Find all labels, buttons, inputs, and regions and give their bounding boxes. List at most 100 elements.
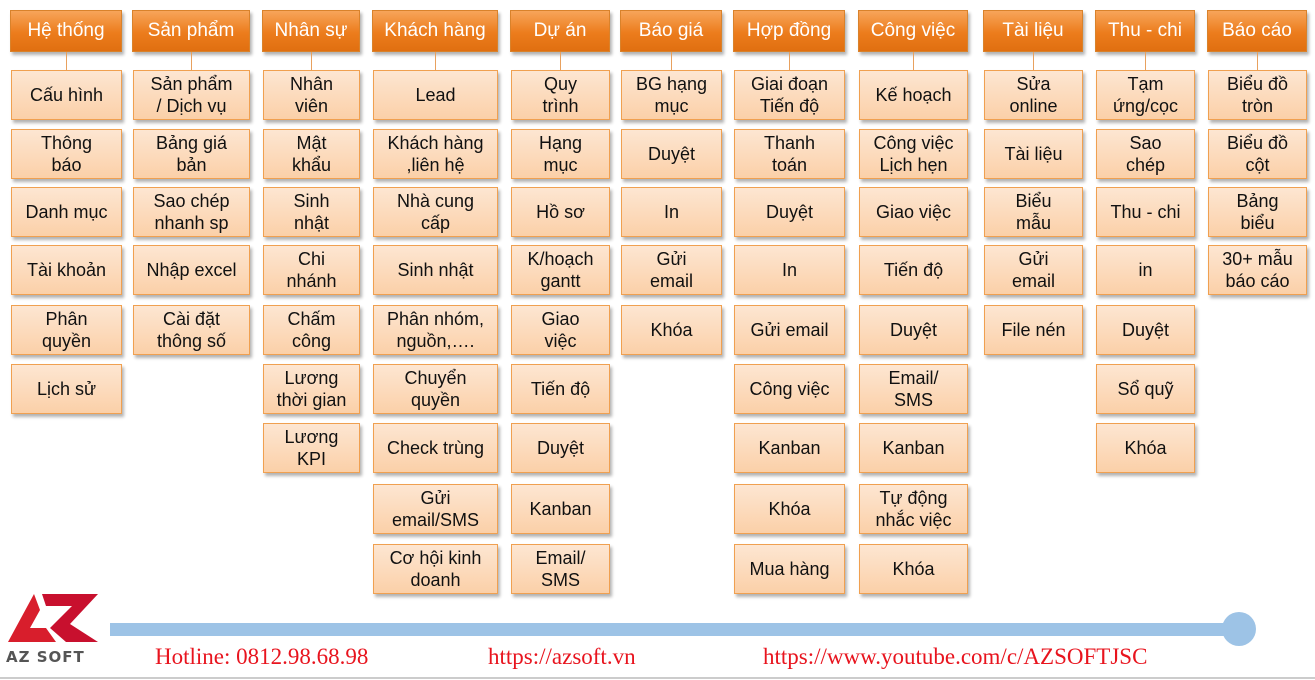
feature-box: Lương thời gian — [263, 364, 360, 414]
feature-box: Biểu mẫu — [984, 187, 1083, 237]
feature-box: Giao việc — [511, 305, 610, 355]
feature-box: Chi nhánh — [263, 245, 360, 295]
feature-box: Tiến độ — [511, 364, 610, 414]
feature-box: Kế hoạch — [859, 70, 968, 120]
svg-text:AZ SOFT: AZ SOFT — [6, 648, 85, 666]
feature-box: Khóa — [621, 305, 722, 355]
column-header: Khách hàng — [372, 10, 498, 52]
feature-box: K/hoạch gantt — [511, 245, 610, 295]
feature-box: Kanban — [511, 484, 610, 534]
feature-box: Gửi email — [734, 305, 845, 355]
feature-box: Sửa online — [984, 70, 1083, 120]
feature-box: Phân nhóm, nguồn,…. — [373, 305, 498, 355]
column-header: Hệ thống — [10, 10, 122, 52]
feature-box: Danh mục — [11, 187, 122, 237]
feature-box: Duyệt — [859, 305, 968, 355]
feature-box: Duyệt — [1096, 305, 1195, 355]
feature-box: Khóa — [734, 484, 845, 534]
feature-box: Lead — [373, 70, 498, 120]
feature-box: Kanban — [734, 423, 845, 473]
feature-box: Email/ SMS — [859, 364, 968, 414]
feature-box: Email/ SMS — [511, 544, 610, 594]
feature-box: Tài khoản — [11, 245, 122, 295]
bottom-divider — [0, 677, 1315, 679]
column-header: Thu - chi — [1095, 10, 1195, 52]
connector-line — [913, 52, 914, 70]
feature-box: Lương KPI — [263, 423, 360, 473]
connector-line — [1145, 52, 1146, 70]
feature-box: Bảng biểu — [1208, 187, 1307, 237]
feature-box: In — [621, 187, 722, 237]
feature-box: Gửi email — [984, 245, 1083, 295]
feature-box: Nhà cung cấp — [373, 187, 498, 237]
feature-box: Thanh toán — [734, 129, 845, 179]
feature-box: Tạm ứng/cọc — [1096, 70, 1195, 120]
column-header: Dự án — [510, 10, 610, 52]
connector-line — [1033, 52, 1034, 70]
feature-box: Tự động nhắc việc — [859, 484, 968, 534]
feature-box: In — [734, 245, 845, 295]
feature-box: Thông báo — [11, 129, 122, 179]
feature-box: Lịch sử — [11, 364, 122, 414]
feature-box: Công việc Lịch hẹn — [859, 129, 968, 179]
connector-line — [1257, 52, 1258, 70]
feature-box: Chấm công — [263, 305, 360, 355]
connector-line — [66, 52, 67, 70]
feature-box: Giao việc — [859, 187, 968, 237]
feature-box: Sinh nhật — [373, 245, 498, 295]
feature-box: Duyệt — [511, 423, 610, 473]
feature-box: Duyệt — [734, 187, 845, 237]
connector-line — [560, 52, 561, 70]
feature-box: Công việc — [734, 364, 845, 414]
feature-box: Tiến độ — [859, 245, 968, 295]
column-header: Công việc — [858, 10, 968, 52]
feature-box: Giai đoạn Tiến độ — [734, 70, 845, 120]
feature-box: Nhân viên — [263, 70, 360, 120]
column-header: Báo giá — [620, 10, 722, 52]
feature-box: Cấu hình — [11, 70, 122, 120]
feature-box: Thu - chi — [1096, 187, 1195, 237]
feature-box: Cơ hội kinh doanh — [373, 544, 498, 594]
feature-box: Sản phẩm / Dịch vụ — [133, 70, 250, 120]
feature-box: Sao chép — [1096, 129, 1195, 179]
column-header: Nhân sự — [262, 10, 360, 52]
feature-box: Khách hàng ,liên hệ — [373, 129, 498, 179]
connector-line — [671, 52, 672, 70]
column-header: Tài liệu — [983, 10, 1083, 52]
feature-box: Biểu đồ cột — [1208, 129, 1307, 179]
column-header: Báo cáo — [1207, 10, 1307, 52]
footer-bar-end-circle — [1222, 612, 1256, 646]
connector-line — [789, 52, 790, 70]
feature-box: Duyệt — [621, 129, 722, 179]
feature-box: Check trùng — [373, 423, 498, 473]
feature-box: Biểu đồ tròn — [1208, 70, 1307, 120]
feature-box: Bảng giá bản — [133, 129, 250, 179]
feature-box: 30+ mẫu báo cáo — [1208, 245, 1307, 295]
feature-box: Mật khẩu — [263, 129, 360, 179]
feature-box: Hạng mục — [511, 129, 610, 179]
feature-box: Kanban — [859, 423, 968, 473]
feature-box: Cài đặt thông số — [133, 305, 250, 355]
feature-box: Gửi email/SMS — [373, 484, 498, 534]
feature-box: Quy trình — [511, 70, 610, 120]
feature-box: BG hạng mục — [621, 70, 722, 120]
hotline-text: Hotline: 0812.98.68.98 — [155, 644, 369, 669]
website-link[interactable]: https://azsoft.vn — [488, 644, 636, 670]
connector-line — [435, 52, 436, 70]
column-header: Sản phẩm — [132, 10, 250, 52]
feature-box: Phân quyền — [11, 305, 122, 355]
feature-box: Khóa — [1096, 423, 1195, 473]
youtube-link[interactable]: https://www.youtube.com/c/AZSOFTJSC — [763, 644, 1147, 670]
connector-line — [311, 52, 312, 70]
feature-box: Nhập excel — [133, 245, 250, 295]
column-header: Hợp đồng — [733, 10, 845, 52]
feature-box: Sinh nhật — [263, 187, 360, 237]
feature-box: in — [1096, 245, 1195, 295]
feature-box: Khóa — [859, 544, 968, 594]
footer-bar — [110, 623, 1240, 636]
feature-box: Hồ sơ — [511, 187, 610, 237]
feature-box: Mua hàng — [734, 544, 845, 594]
feature-box: Chuyển quyền — [373, 364, 498, 414]
feature-box: File nén — [984, 305, 1083, 355]
feature-box: Gửi email — [621, 245, 722, 295]
